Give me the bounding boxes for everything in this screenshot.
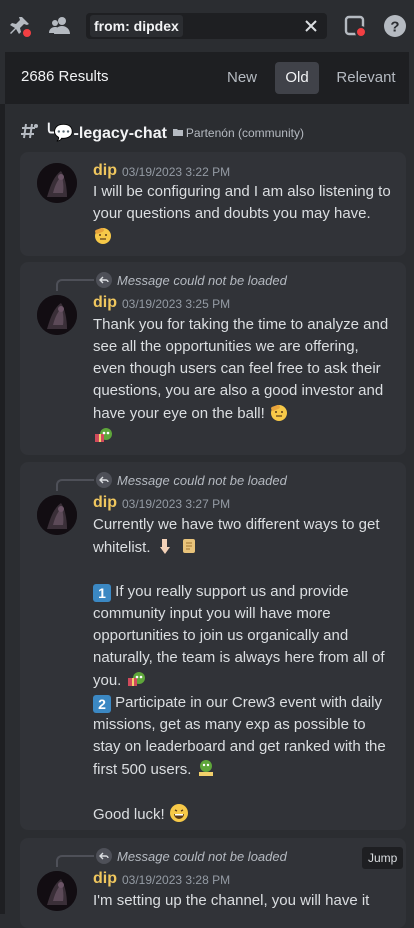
results-header: 2686 Results New Old Relevant bbox=[5, 52, 409, 104]
reply-text: Message could not be loaded bbox=[117, 848, 287, 864]
channel-category: Partenón (community) bbox=[185, 126, 304, 140]
svg-text:?: ? bbox=[390, 19, 399, 36]
search-result-message[interactable]: Message could not be loaded dip 03/19/20… bbox=[20, 838, 406, 928]
keycap-number: 2 bbox=[93, 695, 111, 713]
username[interactable]: dip bbox=[93, 870, 117, 888]
jump-button[interactable]: Jump bbox=[362, 847, 404, 869]
search-result-message[interactable]: Message could not be loaded dip 03/19/20… bbox=[20, 462, 406, 830]
username[interactable]: dip bbox=[93, 494, 117, 512]
help-icon[interactable]: ? bbox=[381, 12, 409, 40]
message-line: Good luck! bbox=[93, 806, 165, 823]
inbox-icon[interactable] bbox=[341, 12, 369, 40]
avatar[interactable] bbox=[37, 871, 77, 911]
search-query-token: from: dipdex bbox=[90, 15, 183, 37]
members-icon[interactable] bbox=[46, 12, 74, 40]
pointing-down-emoji-icon bbox=[159, 539, 170, 554]
saluting-face-emoji-icon bbox=[270, 404, 287, 421]
reply-arrow-icon bbox=[96, 272, 112, 288]
reply-text: Message could not be loaded bbox=[117, 272, 287, 288]
message-content: I'm setting up the channel, you will hav… bbox=[93, 890, 393, 912]
message-text: I'm setting up the channel, you will hav… bbox=[93, 892, 370, 909]
pin-icon[interactable] bbox=[6, 12, 34, 40]
top-toolbar: from: dipdex ? bbox=[0, 0, 414, 52]
reply-arrow-icon bbox=[96, 472, 112, 488]
scroll-emoji-icon bbox=[182, 539, 195, 553]
sort-old-button[interactable]: Old bbox=[275, 62, 319, 94]
message-text: I will be configuring and I am also list… bbox=[93, 183, 391, 222]
reply-arrow-icon bbox=[96, 848, 112, 864]
reply-reference: Message could not be loaded bbox=[56, 470, 287, 491]
clear-icon[interactable] bbox=[301, 16, 321, 36]
avatar[interactable] bbox=[37, 495, 77, 535]
reply-text: Message could not be loaded bbox=[117, 472, 287, 488]
search-input[interactable]: from: dipdex bbox=[86, 13, 327, 39]
reply-spine bbox=[56, 479, 94, 491]
side-divider bbox=[0, 104, 5, 914]
reply-reference: Message could not be loaded bbox=[56, 270, 287, 291]
thread-hash-icon bbox=[20, 121, 40, 146]
reply-spine bbox=[56, 279, 94, 291]
timestamp: 03/19/2023 3:22 PM bbox=[122, 165, 231, 179]
sort-relevant-button[interactable]: Relevant bbox=[333, 62, 399, 94]
avatar[interactable] bbox=[37, 295, 77, 335]
sort-new-button[interactable]: New bbox=[221, 62, 263, 94]
message-content: Currently we have two different ways to … bbox=[93, 514, 393, 826]
search-result-message[interactable]: dip 03/19/2023 3:22 PM I will be configu… bbox=[20, 152, 406, 256]
message-line: Participate in our Crew3 event with dail… bbox=[93, 694, 386, 778]
timestamp: 03/19/2023 3:27 PM bbox=[122, 497, 231, 511]
message-line: Currently we have two different ways to … bbox=[93, 516, 380, 556]
avatar[interactable] bbox=[37, 163, 77, 203]
keycap-number: 1 bbox=[93, 584, 111, 602]
reply-reference: Message could not be loaded bbox=[56, 846, 287, 867]
username[interactable]: dip bbox=[93, 162, 117, 180]
pepe-stonks-emoji-icon bbox=[198, 760, 213, 776]
channel-header[interactable]: ╰💬-legacy-chat Partenón (community) bbox=[20, 118, 304, 148]
search-result-message[interactable]: Message could not be loaded dip 03/19/20… bbox=[20, 262, 406, 455]
results-count: 2686 Results bbox=[21, 68, 109, 85]
pepe-gift-emoji-icon bbox=[95, 428, 112, 442]
message-content: I will be configuring and I am also list… bbox=[93, 181, 393, 248]
message-text: Thank you for taking the time to analyze… bbox=[93, 316, 389, 422]
timestamp: 03/19/2023 3:25 PM bbox=[122, 297, 231, 311]
pepe-gift-emoji-icon bbox=[127, 672, 145, 686]
channel-name: ╰💬-legacy-chat bbox=[44, 125, 167, 142]
saluting-face-emoji-icon bbox=[95, 227, 111, 244]
reply-spine bbox=[56, 855, 94, 867]
grinning-face-emoji-icon bbox=[169, 804, 188, 822]
message-content: Thank you for taking the time to analyze… bbox=[93, 314, 393, 448]
username[interactable]: dip bbox=[93, 294, 117, 312]
folder-icon bbox=[172, 124, 183, 142]
timestamp: 03/19/2023 3:28 PM bbox=[122, 873, 231, 887]
